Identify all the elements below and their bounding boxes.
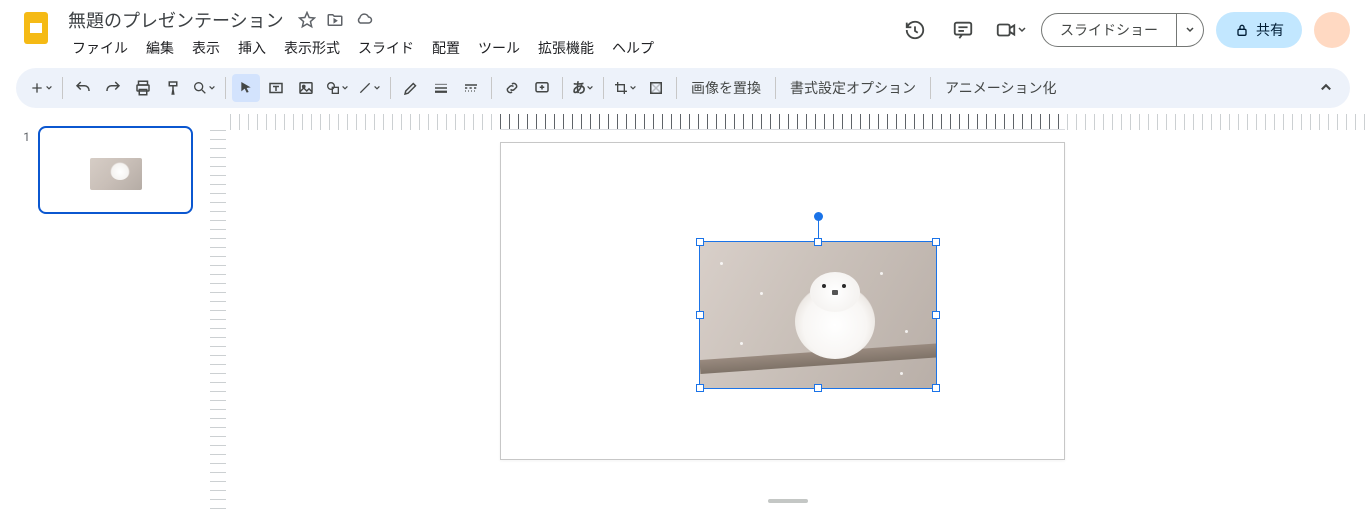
slideshow-group: スライドショー xyxy=(1041,13,1204,47)
menu-extensions[interactable]: 拡張機能 xyxy=(530,34,602,62)
slide-canvas[interactable] xyxy=(500,142,1065,460)
slide-thumbnail[interactable] xyxy=(38,126,193,214)
slideshow-button[interactable]: スライドショー xyxy=(1041,13,1177,47)
menu-view[interactable]: 表示 xyxy=(184,34,228,62)
title-block: 無題のプレゼンテーション ファイル 編集 表示 挿入 表示形式 スライド 配置 … xyxy=(64,8,889,62)
app-header: 無題のプレゼンテーション ファイル 編集 表示 挿入 表示形式 スライド 配置 … xyxy=(0,0,1366,62)
selected-image[interactable] xyxy=(699,241,937,389)
crop-button[interactable] xyxy=(610,74,640,102)
resize-handle-ml[interactable] xyxy=(696,311,704,319)
slides-logo[interactable] xyxy=(16,8,56,48)
menu-help[interactable]: ヘルプ xyxy=(604,34,662,62)
main-area: 1 xyxy=(0,114,1366,509)
toolbar-separator xyxy=(491,77,492,99)
menu-file[interactable]: ファイル xyxy=(64,34,136,62)
slide-number: 1 xyxy=(18,126,30,144)
doc-title[interactable]: 無題のプレゼンテーション xyxy=(64,5,288,35)
toolbar-separator xyxy=(676,77,677,99)
toolbar-separator xyxy=(62,77,63,99)
resize-handle-bm[interactable] xyxy=(814,384,822,392)
link-button[interactable] xyxy=(498,74,526,102)
star-icon[interactable] xyxy=(298,11,316,29)
horizontal-ruler-active[interactable] xyxy=(500,114,1065,130)
folder-move-icon[interactable] xyxy=(326,11,344,29)
toolbar: あ 画像を置換 書式設定オプション アニメーション化 xyxy=(16,68,1350,108)
menu-tools[interactable]: ツール xyxy=(470,34,528,62)
menu-format[interactable]: 表示形式 xyxy=(276,34,348,62)
comment-button[interactable] xyxy=(528,74,556,102)
filmstrip: 1 xyxy=(0,114,210,509)
replace-image-button[interactable]: 画像を置換 xyxy=(683,78,769,98)
collapse-toolbar-button[interactable] xyxy=(1312,74,1340,102)
line-button[interactable] xyxy=(354,74,384,102)
header-right: スライドショー 共有 xyxy=(897,8,1350,48)
toolbar-separator xyxy=(775,77,776,99)
text-direction-button[interactable]: あ xyxy=(569,74,597,102)
toolbar-separator xyxy=(562,77,563,99)
border-dash-button[interactable] xyxy=(457,74,485,102)
new-slide-button[interactable] xyxy=(26,74,56,102)
vertical-ruler[interactable] xyxy=(210,130,226,509)
slideshow-dropdown[interactable] xyxy=(1177,13,1204,47)
menu-slide[interactable]: スライド xyxy=(350,34,422,62)
lock-icon xyxy=(1234,22,1250,38)
rotation-line xyxy=(818,218,819,238)
toolbar-separator xyxy=(390,77,391,99)
resize-handle-tm[interactable] xyxy=(814,238,822,246)
speaker-notes-handle[interactable] xyxy=(768,499,808,503)
textbox-button[interactable] xyxy=(262,74,290,102)
filmstrip-slide[interactable]: 1 xyxy=(18,126,202,214)
border-weight-button[interactable] xyxy=(427,74,455,102)
toolbar-container: あ 画像を置換 書式設定オプション アニメーション化 xyxy=(0,62,1366,114)
comments-icon[interactable] xyxy=(945,12,981,48)
toolbar-separator xyxy=(930,77,931,99)
border-color-button[interactable] xyxy=(397,74,425,102)
rotation-handle[interactable] xyxy=(814,212,823,221)
shape-button[interactable] xyxy=(322,74,352,102)
cloud-saved-icon[interactable] xyxy=(354,11,374,29)
resize-handle-tr[interactable] xyxy=(932,238,940,246)
account-avatar[interactable] xyxy=(1314,12,1350,48)
paint-format-button[interactable] xyxy=(159,74,187,102)
format-options-button[interactable]: 書式設定オプション xyxy=(782,78,924,98)
image-button[interactable] xyxy=(292,74,320,102)
meet-icon[interactable] xyxy=(993,12,1029,48)
resize-handle-mr[interactable] xyxy=(932,311,940,319)
resize-handle-tl[interactable] xyxy=(696,238,704,246)
undo-button[interactable] xyxy=(69,74,97,102)
canvas-area[interactable] xyxy=(210,114,1366,509)
menu-bar: ファイル 編集 表示 挿入 表示形式 スライド 配置 ツール 拡張機能 ヘルプ xyxy=(64,34,889,62)
share-button[interactable]: 共有 xyxy=(1216,12,1302,48)
animate-button[interactable]: アニメーション化 xyxy=(937,78,1064,98)
zoom-button[interactable] xyxy=(189,74,219,102)
image-content xyxy=(700,242,936,388)
menu-edit[interactable]: 編集 xyxy=(138,34,182,62)
toolbar-separator xyxy=(225,77,226,99)
history-icon[interactable] xyxy=(897,12,933,48)
print-button[interactable] xyxy=(129,74,157,102)
redo-button[interactable] xyxy=(99,74,127,102)
mask-button[interactable] xyxy=(642,74,670,102)
toolbar-separator xyxy=(603,77,604,99)
menu-insert[interactable]: 挿入 xyxy=(230,34,274,62)
share-label: 共有 xyxy=(1256,20,1284,40)
select-tool[interactable] xyxy=(232,74,260,102)
menu-arrange[interactable]: 配置 xyxy=(424,34,468,62)
resize-handle-br[interactable] xyxy=(932,384,940,392)
resize-handle-bl[interactable] xyxy=(696,384,704,392)
